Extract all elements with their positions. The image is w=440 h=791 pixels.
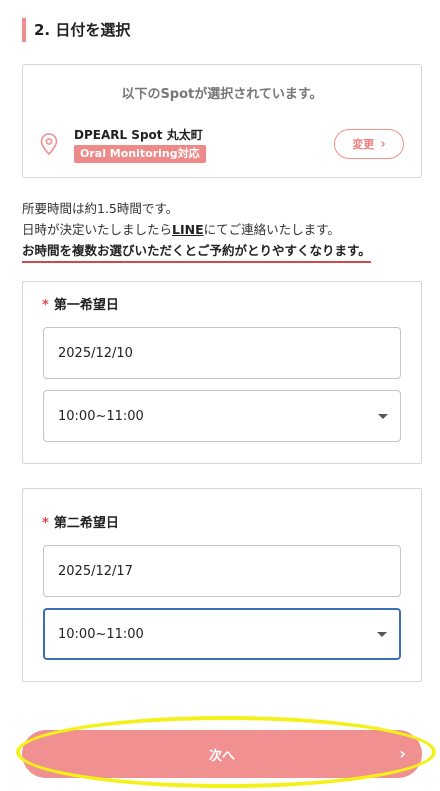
first-choice-label: * 第一希望日 <box>42 294 119 313</box>
first-choice-time-select[interactable]: 10:00~11:00 <box>43 390 401 442</box>
section-title: 2. 日付を選択 <box>22 18 130 42</box>
first-choice-date-input[interactable]: 2025/12/10 <box>43 327 401 379</box>
second-choice-date-input[interactable]: 2025/12/17 <box>43 545 401 597</box>
contact-note-after: にてご連絡いたします。 <box>203 222 340 237</box>
required-mark: * <box>42 298 49 313</box>
dropdown-caret-icon <box>377 632 387 637</box>
required-mark: * <box>42 516 49 531</box>
next-button[interactable]: 次へ › <box>22 730 422 778</box>
first-choice-box: * 第一希望日 2025/12/10 10:00~11:00 <box>22 281 422 464</box>
first-choice-label-text: 第一希望日 <box>53 298 119 313</box>
multiple-choice-note: お時間を複数お選びいただくとご予約がとりやすくなります。 <box>22 240 371 263</box>
spot-card-heading: 以下のSpotが選択されています。 <box>121 87 323 102</box>
dropdown-caret-icon <box>378 414 388 419</box>
contact-note-before: 日時が決定いたしましたら <box>22 222 173 237</box>
second-choice-time-value: 10:00~11:00 <box>58 626 144 642</box>
spot-name: DPEARL Spot 丸太町 <box>74 128 203 142</box>
duration-note: 所要時間は約1.5時間です。 <box>22 201 179 216</box>
next-button-label: 次へ <box>208 748 235 764</box>
second-choice-label: * 第二希望日 <box>42 512 119 531</box>
selected-spot-card: 以下のSpotが選択されています。 DPEARL Spot 丸太町 Oral M… <box>22 64 422 178</box>
change-button-label: 変更 <box>352 138 375 151</box>
chevron-right-icon: › <box>399 744 406 763</box>
map-pin-icon <box>40 133 58 155</box>
contact-note: 日時が決定いたしましたらLINEにてご連絡いたします。 <box>22 219 340 238</box>
first-choice-time-value: 10:00~11:00 <box>58 408 144 424</box>
second-choice-box: * 第二希望日 2025/12/17 10:00~11:00 <box>22 488 422 682</box>
second-choice-label-text: 第二希望日 <box>53 516 119 531</box>
second-choice-time-select[interactable]: 10:00~11:00 <box>43 608 401 660</box>
line-link[interactable]: LINE <box>172 222 204 237</box>
oral-monitoring-badge: Oral Monitoring対応 <box>74 145 206 163</box>
chevron-right-icon: › <box>380 136 386 152</box>
change-spot-button[interactable]: 変更 › <box>334 129 404 159</box>
